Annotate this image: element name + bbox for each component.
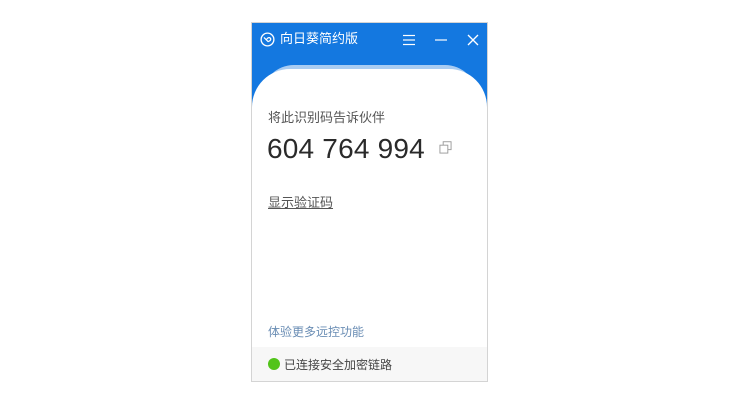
connection-status-text: 已连接安全加密链路 xyxy=(284,358,393,372)
app-window: 向日葵简约版 将此识别码告诉伙伴 604 764 994 显示验证码 体验更多远… xyxy=(251,22,488,382)
more-features-link[interactable]: 体验更多远控功能 xyxy=(268,323,364,340)
menu-button[interactable] xyxy=(400,31,418,49)
connection-status-icon xyxy=(268,358,280,370)
status-bar: 已连接安全加密链路 xyxy=(252,347,487,381)
device-id-code[interactable]: 604 764 994 xyxy=(267,133,425,165)
menu-icon xyxy=(403,34,415,46)
show-verification-code-link[interactable]: 显示验证码 xyxy=(268,192,333,211)
share-code-label: 将此识别码告诉伙伴 xyxy=(268,111,386,126)
app-title: 向日葵简约版 xyxy=(280,32,359,47)
copy-icon[interactable] xyxy=(439,141,452,154)
minimize-icon xyxy=(435,39,447,41)
close-button[interactable] xyxy=(464,31,482,49)
minimize-button[interactable] xyxy=(432,31,450,49)
close-icon xyxy=(467,34,479,46)
title-bar[interactable]: 向日葵简约版 xyxy=(252,23,487,57)
sunflower-logo-icon xyxy=(260,32,275,47)
